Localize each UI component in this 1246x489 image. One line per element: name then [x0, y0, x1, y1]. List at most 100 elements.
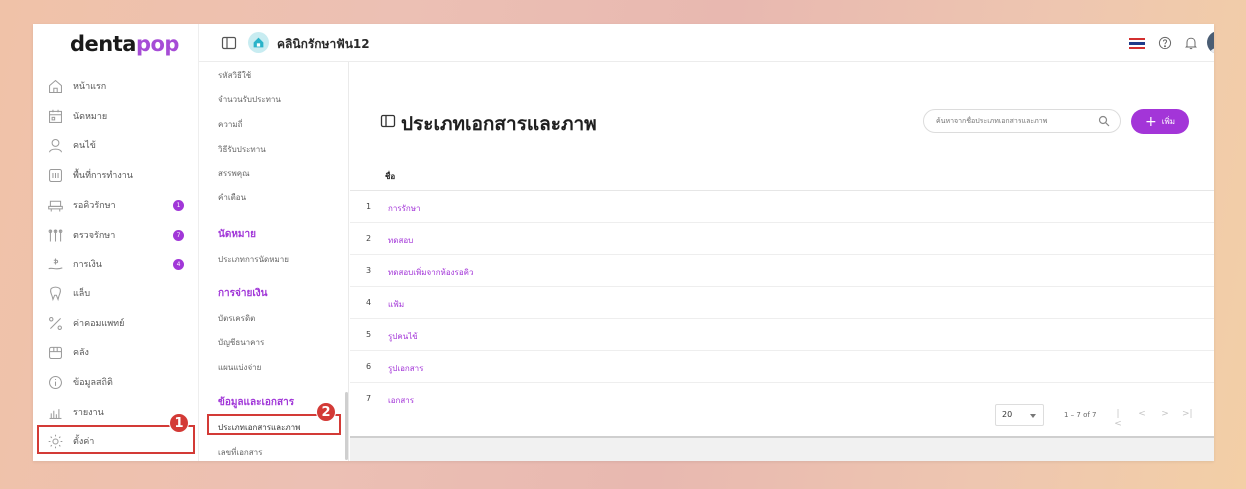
sidebar-item-label: คนไข้ [73, 141, 96, 151]
logo-text-accent: pop [135, 32, 180, 56]
sidebar-item-label: ค่าคอมแพทย์ [73, 319, 125, 329]
main-content: ประเภทเอกสารและภาพ + เพิ่ม ชื่อ 1 การรักษ… [350, 62, 1214, 461]
sidebar-item-finance[interactable]: การเงิน 4 [45, 251, 195, 277]
workspace-icon [45, 165, 65, 185]
row-number: 6 [366, 362, 372, 371]
tooth-icon [45, 283, 65, 303]
submenu-scrollbar[interactable] [345, 392, 348, 460]
sidebar-item-label: หน้าแรก [73, 82, 107, 92]
row-name-link[interactable]: ทดสอบเพิ่มจากห้องรอคิว [388, 266, 473, 279]
plus-icon: + [1144, 113, 1157, 130]
app-window: dentapop หน้าแรก นัดหมาย คนไข้ พื้นที่กา… [33, 24, 1214, 461]
table-row[interactable]: 2 ทดสอบ [350, 223, 1214, 255]
sidebar-item-treatment[interactable]: ตรวจรักษา 7 [45, 222, 195, 248]
table-row[interactable]: 5 รูปคนไข้ [350, 319, 1214, 351]
thai-flag-icon[interactable] [1129, 38, 1145, 49]
search-icon[interactable] [1098, 115, 1110, 127]
content-footer [350, 436, 1214, 461]
add-button[interactable]: + เพิ่ม [1131, 109, 1189, 134]
sidebar-item-label: คลัง [73, 348, 89, 358]
rows-per-page-value: 20 [1002, 410, 1013, 419]
callout-step-1: 1 [169, 413, 189, 433]
add-button-label: เพิ่ม [1161, 117, 1175, 126]
sidebar-item-home[interactable]: หน้าแรก [45, 73, 195, 99]
clinic-name[interactable]: คลินิกรักษาฟัน12 [277, 35, 370, 54]
sidebar-item-label: แล็บ [73, 289, 91, 299]
dentapop-logo[interactable]: dentapop [70, 32, 179, 56]
info-circle-icon [45, 372, 65, 392]
row-number: 3 [366, 266, 372, 275]
submenu-item-method[interactable]: วิธีรับประทาน [218, 143, 266, 156]
submenu-item-appointment-type[interactable]: ประเภทการนัดหมาย [218, 253, 289, 266]
row-name-link[interactable]: การรักษา [388, 202, 421, 215]
home-icon [45, 76, 65, 96]
submenu-item-frequency[interactable]: ความถี่ [218, 118, 242, 131]
next-page-icon[interactable]: > [1160, 409, 1170, 421]
row-name-link[interactable]: รูปคนไข้ [388, 330, 418, 343]
submenu-item-bank-account[interactable]: บัญชีธนาคาร [218, 336, 264, 349]
logo-text-main: denta [70, 32, 136, 56]
submenu-item-dosage[interactable]: จำนวนรับประทาน [218, 93, 281, 106]
sidebar-item-statistics[interactable]: ข้อมูลสถิติ [45, 369, 195, 395]
table-row[interactable]: 6 รูปเอกสาร [350, 351, 1214, 383]
table-row[interactable]: 4 แฟ้ม [350, 287, 1214, 319]
search-input[interactable] [923, 109, 1121, 133]
percent-icon [45, 313, 65, 333]
sidebar-item-patients[interactable]: คนไข้ [45, 132, 195, 158]
row-number: 2 [366, 234, 372, 243]
submenu-item-usage-code[interactable]: รหัสวิธีใช้ [218, 69, 251, 82]
submenu-item-properties[interactable]: สรรพคุณ [218, 167, 250, 180]
sidebar-item-label: ตรวจรักษา [73, 231, 116, 241]
main-sidebar: dentapop หน้าแรก นัดหมาย คนไข้ พื้นที่กา… [33, 24, 199, 461]
submenu-item-credit-card[interactable]: บัตรเครดิต [218, 312, 255, 325]
pagination-bar: 20 1 – 7 of 7 |< < > >| [350, 396, 1214, 436]
bar-chart-icon [45, 402, 65, 422]
sidebar-item-appointments[interactable]: นัดหมาย [45, 103, 195, 129]
money-hand-icon [45, 254, 65, 274]
row-number: 5 [366, 330, 372, 339]
avatar-person-icon [1210, 48, 1214, 53]
sidebar-item-lab[interactable]: แล็บ [45, 280, 195, 306]
first-page-icon[interactable]: |< [1113, 409, 1123, 429]
treatment-count-badge: 7 [173, 229, 184, 241]
sidebar-item-workspace[interactable]: พื้นที่การทำงาน [45, 162, 195, 188]
submenu-item-installment-plan[interactable]: แผนแบ่งจ่าย [218, 361, 261, 374]
sidebar-item-inventory[interactable]: คลัง [45, 339, 195, 365]
dental-tools-icon [45, 225, 65, 245]
bell-icon[interactable] [1181, 33, 1201, 53]
callout-step-2: 2 [316, 402, 336, 422]
row-name-link[interactable]: ทดสอบ [388, 234, 413, 247]
clinic-logo [248, 32, 269, 53]
submenu-heading-payment: การจ่ายเงิน [218, 288, 268, 299]
help-icon[interactable] [1155, 33, 1175, 53]
user-avatar[interactable] [1207, 31, 1214, 54]
rows-per-page-select[interactable]: 20 [995, 404, 1044, 426]
sidebar-item-label: รอคิวรักษา [73, 201, 116, 211]
clinic-house-icon [253, 37, 264, 48]
row-number: 4 [366, 298, 372, 307]
sidebar-item-commission[interactable]: ค่าคอมแพทย์ [45, 310, 195, 336]
last-page-icon[interactable]: >| [1182, 409, 1193, 421]
row-name-link[interactable]: แฟ้ม [388, 298, 404, 311]
column-header-name[interactable]: ชื่อ [385, 170, 395, 183]
panel-toggle-icon[interactable] [380, 113, 396, 129]
table-header-row: ชื่อ [350, 158, 1214, 191]
prev-page-icon[interactable]: < [1137, 409, 1147, 421]
queue-count-badge: 1 [173, 199, 184, 211]
dental-chair-icon [45, 195, 65, 215]
sidebar-toggle-icon[interactable] [221, 35, 237, 51]
submenu-item-document-number[interactable]: เลขที่เอกสาร [218, 446, 262, 459]
submenu-item-warning[interactable]: คำเตือน [218, 191, 246, 204]
page-title: ประเภทเอกสารและภาพ [401, 113, 597, 135]
sidebar-item-label: พื้นที่การทำงาน [73, 171, 133, 181]
sidebar-item-queue[interactable]: รอคิวรักษา 1 [45, 192, 195, 218]
inventory-box-icon [45, 342, 65, 362]
sidebar-item-label: การเงิน [73, 260, 102, 270]
calendar-icon [45, 106, 65, 126]
row-name-link[interactable]: รูปเอกสาร [388, 362, 423, 375]
table-row[interactable]: 1 การรักษา [350, 191, 1214, 223]
row-number: 1 [366, 202, 372, 211]
finance-count-badge: 4 [173, 258, 184, 270]
table-row[interactable]: 3 ทดสอบเพิ่มจากห้องรอคิว [350, 255, 1214, 287]
sidebar-item-label: รายงาน [73, 408, 104, 418]
